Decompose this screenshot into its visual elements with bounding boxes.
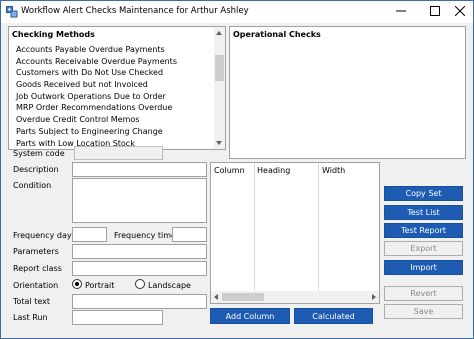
- condition-label: Condition: [13, 181, 52, 190]
- frequency-time-label: Frequency time: [114, 231, 176, 240]
- report-class-label: Report class: [13, 264, 62, 273]
- minimize-icon: [396, 6, 406, 18]
- operational-checks-panel[interactable]: Operational Checks: [229, 26, 466, 159]
- checking-methods-scrollbar[interactable]: [214, 27, 225, 149]
- orientation-label: Orientation: [13, 281, 59, 290]
- import-button[interactable]: Import: [384, 260, 463, 275]
- maximize-button[interactable]: [421, 1, 449, 23]
- list-item[interactable]: Goods Received but not Invoiced: [11, 79, 219, 91]
- close-button[interactable]: [446, 1, 474, 23]
- column-header[interactable]: Heading: [257, 166, 290, 175]
- parameters-label: Parameters: [13, 247, 59, 256]
- column-divider: [318, 163, 319, 291]
- checking-methods-heading: Checking Methods: [12, 30, 95, 39]
- scroll-right-icon[interactable]: [372, 294, 376, 300]
- frequency-time-field[interactable]: [172, 227, 207, 242]
- calculated-button[interactable]: Calculated: [294, 308, 373, 324]
- scroll-thumb[interactable]: [215, 55, 224, 81]
- close-icon: [454, 5, 466, 18]
- condition-field[interactable]: [72, 178, 207, 223]
- maximize-icon: [430, 6, 440, 18]
- column-header[interactable]: Width: [322, 166, 345, 175]
- frequency-days-field[interactable]: [72, 227, 107, 242]
- list-item[interactable]: Accounts Receivable Overdue Payments: [11, 56, 219, 68]
- operational-checks-heading: Operational Checks: [233, 30, 321, 39]
- list-item[interactable]: Overdue Credit Control Memos: [11, 114, 219, 126]
- total-text-label: Total text: [13, 297, 51, 306]
- total-text-field[interactable]: [72, 294, 207, 309]
- export-button[interactable]: Export: [384, 241, 463, 256]
- column-header[interactable]: Column: [214, 166, 245, 175]
- landscape-radio[interactable]: [135, 279, 145, 289]
- app-icon: [6, 6, 18, 18]
- scroll-left-icon[interactable]: [214, 294, 218, 300]
- revert-button[interactable]: Revert: [384, 286, 463, 301]
- portrait-radio[interactable]: [72, 279, 82, 289]
- portrait-radio-label[interactable]: Portrait: [85, 281, 114, 290]
- columns-grid-hscrollbar[interactable]: [211, 291, 379, 303]
- list-item[interactable]: Job Outwork Operations Due to Order: [11, 91, 219, 103]
- scroll-up-icon[interactable]: [216, 31, 222, 35]
- parameters-field[interactable]: [72, 244, 207, 259]
- list-item[interactable]: Parts Subject to Engineering Change: [11, 126, 219, 138]
- landscape-radio-label[interactable]: Landscape: [148, 281, 191, 290]
- minimize-button[interactable]: [387, 1, 415, 23]
- save-button[interactable]: Save: [384, 304, 463, 319]
- list-item[interactable]: Accounts Payable Overdue Payments: [11, 44, 219, 56]
- test-list-button[interactable]: Test List: [384, 205, 463, 220]
- frequency-days-label: Frequency days: [13, 231, 76, 240]
- report-class-field[interactable]: [72, 261, 207, 276]
- copy-set-button[interactable]: Copy Set: [384, 186, 463, 201]
- column-divider: [254, 163, 255, 291]
- checking-methods-list[interactable]: Accounts Payable Overdue Payments Accoun…: [11, 44, 219, 148]
- title-bar[interactable]: Workflow Alert Checks Maintenance for Ar…: [1, 1, 473, 23]
- checking-methods-panel: Checking Methods Accounts Payable Overdu…: [8, 26, 226, 150]
- window-title: Workflow Alert Checks Maintenance for Ar…: [21, 6, 249, 16]
- last-run-field[interactable]: [72, 310, 163, 325]
- last-run-label: Last Run: [13, 313, 48, 322]
- system-code-field: [74, 146, 163, 160]
- description-field[interactable]: [72, 162, 207, 177]
- scroll-down-icon[interactable]: [216, 141, 222, 145]
- system-code-label: System code: [13, 149, 65, 158]
- scroll-thumb[interactable]: [222, 293, 264, 301]
- test-report-button[interactable]: Test Report: [384, 223, 463, 238]
- columns-grid[interactable]: Column Heading Width: [210, 162, 380, 304]
- add-column-button[interactable]: Add Column: [210, 308, 290, 324]
- list-item[interactable]: Customers with Do Not Use Checked: [11, 67, 219, 79]
- app-window: Workflow Alert Checks Maintenance for Ar…: [0, 0, 474, 339]
- client-area: Checking Methods Accounts Payable Overdu…: [1, 23, 473, 338]
- list-item[interactable]: MRP Order Recommendations Overdue: [11, 102, 219, 114]
- description-label: Description: [13, 165, 59, 174]
